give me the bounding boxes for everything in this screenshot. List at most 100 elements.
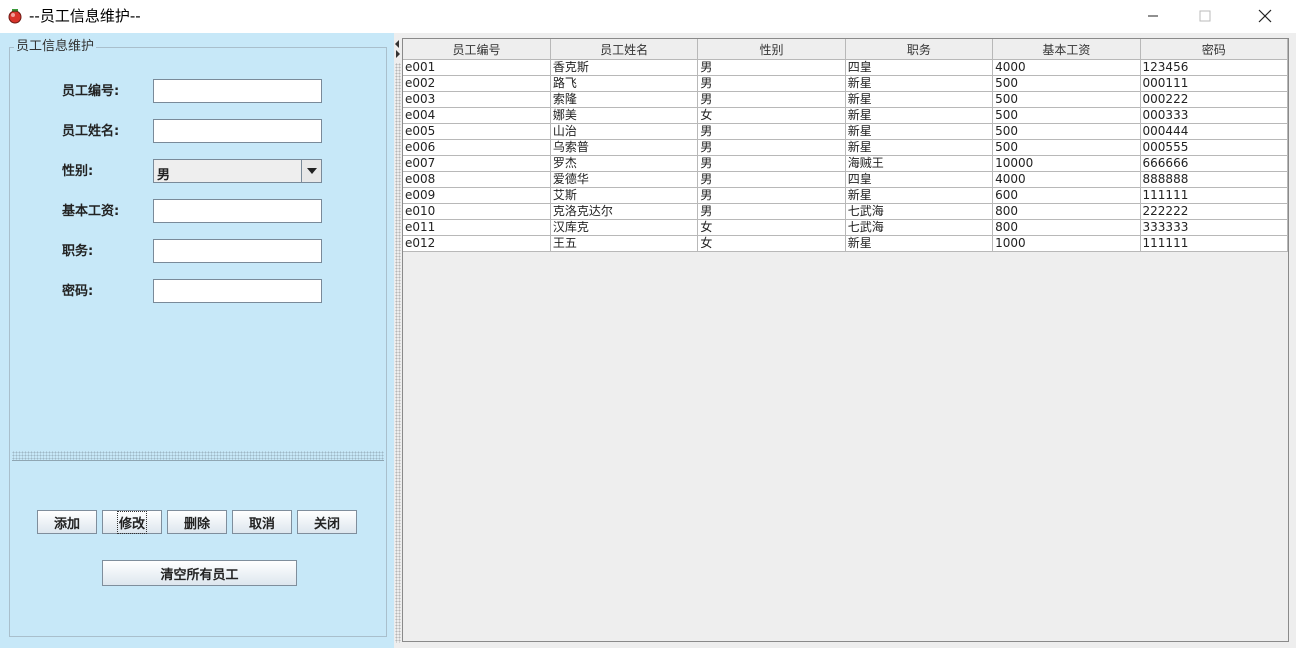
table-cell[interactable]: 男 xyxy=(697,187,846,204)
table-cell[interactable]: 000444 xyxy=(1140,123,1289,140)
table-cell[interactable]: 四皇 xyxy=(845,59,994,76)
table-cell[interactable]: 山治 xyxy=(550,123,699,140)
table-cell[interactable]: 500 xyxy=(992,107,1141,124)
table-cell[interactable]: 000333 xyxy=(1140,107,1289,124)
column-header-name[interactable]: 员工姓名 xyxy=(550,39,699,60)
employee-id-input[interactable] xyxy=(153,79,322,103)
table-cell[interactable]: 111111 xyxy=(1140,235,1289,252)
column-header-position[interactable]: 职务 xyxy=(845,39,994,60)
table-cell[interactable]: 500 xyxy=(992,123,1141,140)
vertical-splitter[interactable] xyxy=(394,33,402,648)
table-cell[interactable]: 男 xyxy=(697,75,846,92)
table-cell[interactable]: 222222 xyxy=(1140,203,1289,220)
table-cell[interactable]: 男 xyxy=(697,155,846,172)
table-cell[interactable]: e006 xyxy=(403,139,551,156)
table-cell[interactable]: e001 xyxy=(403,59,551,76)
table-row[interactable]: e002 路飞男新星 500 000111 xyxy=(403,75,1289,92)
table-row[interactable]: e004 娜美女新星 500 000333 xyxy=(403,107,1289,124)
gender-select-arrow[interactable] xyxy=(301,160,321,182)
table-cell[interactable]: 666666 xyxy=(1140,155,1289,172)
table-cell[interactable]: 新星 xyxy=(845,187,994,204)
table-cell[interactable]: 七武海 xyxy=(845,203,994,220)
table-cell[interactable]: 女 xyxy=(697,219,846,236)
salary-input[interactable] xyxy=(153,199,322,223)
table-cell[interactable]: 500 xyxy=(992,139,1141,156)
table-cell[interactable]: 800 xyxy=(992,219,1141,236)
table-cell[interactable]: 艾斯 xyxy=(550,187,699,204)
table-cell[interactable]: e004 xyxy=(403,107,551,124)
table-cell[interactable]: 女 xyxy=(697,235,846,252)
maximize-button[interactable] xyxy=(1182,0,1228,32)
column-header-id[interactable]: 员工编号 xyxy=(403,39,551,60)
table-cell[interactable]: e009 xyxy=(403,187,551,204)
table-cell[interactable]: 123456 xyxy=(1140,59,1289,76)
column-header-salary[interactable]: 基本工资 xyxy=(992,39,1141,60)
table-cell[interactable]: 王五 xyxy=(550,235,699,252)
table-cell[interactable]: e003 xyxy=(403,91,551,108)
close-window-button[interactable] xyxy=(1242,0,1288,32)
table-cell[interactable]: 新星 xyxy=(845,91,994,108)
add-button[interactable]: 添加 xyxy=(37,510,97,534)
table-row[interactable]: e008 爱德华男四皇 4000 888888 xyxy=(403,171,1289,188)
table-cell[interactable]: 爱德华 xyxy=(550,171,699,188)
table-cell[interactable]: 娜美 xyxy=(550,107,699,124)
table-cell[interactable]: e005 xyxy=(403,123,551,140)
table-cell[interactable]: 路飞 xyxy=(550,75,699,92)
table-row[interactable]: e012 王五女新星 1000 111111 xyxy=(403,235,1289,252)
position-input[interactable] xyxy=(153,239,322,263)
table-cell[interactable]: 男 xyxy=(697,123,846,140)
password-input[interactable] xyxy=(153,279,322,303)
table-cell[interactable]: 汉库克 xyxy=(550,219,699,236)
table-cell[interactable]: 男 xyxy=(697,171,846,188)
horizontal-splitter[interactable] xyxy=(12,451,384,461)
table-cell[interactable]: 男 xyxy=(697,203,846,220)
table-cell[interactable]: 新星 xyxy=(845,235,994,252)
table-row[interactable]: e006 乌索普男新星 500 000555 xyxy=(403,139,1289,156)
cancel-button[interactable]: 取消 xyxy=(232,510,292,534)
collapse-right-icon[interactable] xyxy=(395,50,402,58)
table-cell[interactable]: 1000 xyxy=(992,235,1141,252)
table-cell[interactable]: 000555 xyxy=(1140,139,1289,156)
table-cell[interactable]: 333333 xyxy=(1140,219,1289,236)
table-cell[interactable]: 男 xyxy=(697,139,846,156)
table-cell[interactable]: 海贼王 xyxy=(845,155,994,172)
table-cell[interactable]: 罗杰 xyxy=(550,155,699,172)
table-cell[interactable]: 800 xyxy=(992,203,1141,220)
table-cell[interactable]: 888888 xyxy=(1140,171,1289,188)
table-row[interactable]: e010 克洛克达尔男七武海 800 222222 xyxy=(403,203,1289,220)
table-row[interactable]: e011 汉库克女七武海 800 333333 xyxy=(403,219,1289,236)
table-cell[interactable]: 女 xyxy=(697,107,846,124)
table-cell[interactable]: e002 xyxy=(403,75,551,92)
table-cell[interactable]: e012 xyxy=(403,235,551,252)
table-cell[interactable]: 男 xyxy=(697,91,846,108)
table-row[interactable]: e007 罗杰男海贼王 10000 666666 xyxy=(403,155,1289,172)
close-button[interactable]: 关闭 xyxy=(297,510,357,534)
table-cell[interactable]: 4000 xyxy=(992,59,1141,76)
table-cell[interactable]: 四皇 xyxy=(845,171,994,188)
table-cell[interactable]: 新星 xyxy=(845,123,994,140)
table-cell[interactable]: 10000 xyxy=(992,155,1141,172)
employee-name-input[interactable] xyxy=(153,119,322,143)
table-cell[interactable]: 新星 xyxy=(845,139,994,156)
column-header-gender[interactable]: 性别 xyxy=(697,39,846,60)
gender-select[interactable]: 男 xyxy=(153,159,322,183)
table-cell[interactable]: 600 xyxy=(992,187,1141,204)
table-cell[interactable]: 男 xyxy=(697,59,846,76)
clear-all-button[interactable]: 清空所有员工 xyxy=(102,560,297,586)
table-row[interactable]: e005 山治男新星 500 000444 xyxy=(403,123,1289,140)
table-row[interactable]: e003 索隆男新星 500 000222 xyxy=(403,91,1289,108)
table-cell[interactable]: 索隆 xyxy=(550,91,699,108)
table-cell[interactable]: e008 xyxy=(403,171,551,188)
table-cell[interactable]: e011 xyxy=(403,219,551,236)
table-cell[interactable]: e007 xyxy=(403,155,551,172)
table-cell[interactable]: 新星 xyxy=(845,75,994,92)
table-cell[interactable]: 香克斯 xyxy=(550,59,699,76)
table-cell[interactable]: 000222 xyxy=(1140,91,1289,108)
delete-button[interactable]: 删除 xyxy=(167,510,227,534)
table-cell[interactable]: 七武海 xyxy=(845,219,994,236)
collapse-left-icon[interactable] xyxy=(394,40,401,48)
table-cell[interactable]: 克洛克达尔 xyxy=(550,203,699,220)
column-header-password[interactable]: 密码 xyxy=(1140,39,1289,60)
table-row[interactable]: e009 艾斯男新星 600 111111 xyxy=(403,187,1289,204)
table-cell[interactable]: e010 xyxy=(403,203,551,220)
